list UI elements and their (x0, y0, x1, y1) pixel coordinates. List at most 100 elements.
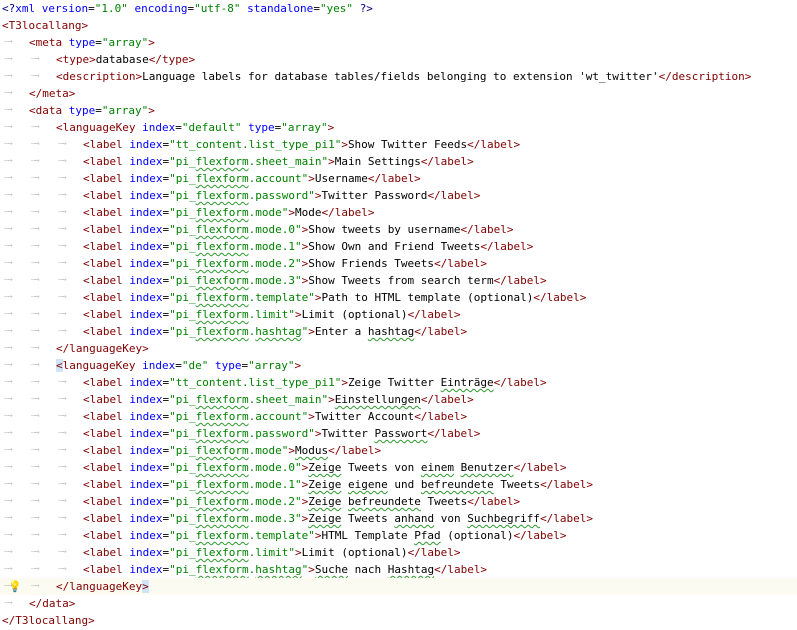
code-token: type (214, 359, 242, 372)
tab-indent-marker (29, 51, 56, 68)
code-token: .sheet_main" (248, 155, 329, 168)
code-token: Twitter Password (321, 189, 428, 202)
code-token: Show Twitter Feeds (347, 138, 468, 151)
tab-indent-marker (2, 544, 29, 561)
code-line[interactable]: <label index="pi_flexform.limit">Limit (… (0, 544, 797, 561)
code-line[interactable]: <label index="pi_flexform.template">HTML… (0, 527, 797, 544)
code-line[interactable]: <label index="pi_flexform.mode.3">Show T… (0, 272, 797, 289)
code-line[interactable]: <label index="pi_flexform.mode.2">Show F… (0, 255, 797, 272)
code-line[interactable]: <label index="pi_flexform.mode.0">Show t… (0, 221, 797, 238)
code-token: Show tweets by username (308, 223, 461, 236)
code-line[interactable]: <?xml version="1.0" encoding="utf-8" sta… (0, 0, 797, 17)
code-line[interactable]: </languageKey> (0, 340, 797, 357)
code-line[interactable]: <meta type="array"> (0, 34, 797, 51)
code-line[interactable]: <label index="pi_flexform.hashtag">Suche… (0, 561, 797, 578)
code-token: <label (83, 393, 123, 406)
code-line[interactable]: 💡</languageKey> (0, 578, 797, 595)
code-token: .mode" (248, 444, 289, 457)
code-token: flexform (195, 495, 249, 508)
code-line[interactable]: <languageKey index="de" type="array"> (0, 357, 797, 374)
code-token: flexform (195, 512, 249, 525)
code-token: "pi_ (169, 461, 196, 474)
tab-indent-marker (56, 238, 83, 255)
code-token: nach (347, 563, 388, 576)
tab-indent-marker (2, 442, 29, 459)
code-line[interactable]: <label index="pi_flexform.mode.3">Zeige … (0, 510, 797, 527)
code-line[interactable]: <label index="pi_flexform.password">Twit… (0, 425, 797, 442)
code-token: index (129, 495, 163, 508)
code-token: index (129, 155, 163, 168)
tab-indent-marker (2, 357, 29, 374)
code-token: "array" (248, 359, 295, 372)
code-token: </label> (427, 189, 481, 202)
code-editor[interactable]: <?xml version="1.0" encoding="utf-8" sta… (0, 0, 797, 630)
code-line[interactable]: </T3locallang> (0, 612, 797, 629)
code-line[interactable]: <label index="pi_flexform.mode.1">Show O… (0, 238, 797, 255)
code-token: Mode (294, 206, 322, 219)
tab-indent-marker (29, 187, 56, 204)
code-token: <label (83, 478, 123, 491)
code-token: flexform (195, 393, 249, 406)
code-line[interactable]: <T3locallang> (0, 17, 797, 34)
code-line[interactable]: <label index="tt_content.list_type_pi1">… (0, 374, 797, 391)
code-token: flexform (195, 308, 249, 321)
code-line[interactable]: <label index="pi_flexform.hashtag">Enter… (0, 323, 797, 340)
code-line[interactable]: <label index="pi_flexform.account">Twitt… (0, 408, 797, 425)
code-token: <description> (56, 70, 143, 83)
code-line[interactable]: <label index="pi_flexform.mode.1">Zeige … (0, 476, 797, 493)
code-token: </label> (460, 223, 514, 236)
code-token: und (387, 478, 421, 491)
code-token: index (129, 223, 163, 236)
code-token: </label> (434, 563, 488, 576)
code-line[interactable]: <type>database</type> (0, 51, 797, 68)
tab-indent-marker (56, 510, 83, 527)
tab-indent-marker (56, 561, 83, 578)
code-line[interactable]: <label index="pi_flexform.password">Twit… (0, 187, 797, 204)
code-line[interactable]: <label index="pi_flexform.sheet_main">Ma… (0, 153, 797, 170)
tab-indent-marker (29, 136, 56, 153)
code-line[interactable]: <languageKey index="default" type="array… (0, 119, 797, 136)
tab-indent-marker (29, 391, 56, 408)
tab-indent-marker (56, 493, 83, 510)
code-token: "pi_ (169, 529, 196, 542)
code-token: Limit (optional) (301, 308, 408, 321)
code-line[interactable]: <label index="pi_flexform.sheet_main">Ei… (0, 391, 797, 408)
code-token: <label (83, 223, 123, 236)
tab-indent-marker (2, 510, 29, 527)
code-line[interactable]: </data> (0, 595, 797, 612)
code-token: index (129, 563, 163, 576)
tab-indent-marker (2, 595, 29, 612)
code-token: < (56, 359, 63, 372)
code-line[interactable]: <label index="tt_content.list_type_pi1">… (0, 136, 797, 153)
code-token: von (434, 512, 468, 525)
code-line[interactable]: <label index="pi_flexform.limit">Limit (… (0, 306, 797, 323)
code-line[interactable]: <description>Language labels for databas… (0, 68, 797, 85)
code-token: standalone (247, 2, 314, 15)
code-token: index (129, 308, 163, 321)
code-token: Show Friends Tweets (308, 257, 435, 270)
code-token: index (129, 529, 163, 542)
code-line[interactable]: <label index="pi_flexform.mode">Modus</l… (0, 442, 797, 459)
tab-indent-marker (2, 102, 29, 119)
code-line[interactable]: <label index="pi_flexform.mode.2">Zeige … (0, 493, 797, 510)
code-line[interactable]: <label index="pi_flexform.account">Usern… (0, 170, 797, 187)
code-token: "pi_ (169, 495, 196, 508)
code-token: Pfad (414, 529, 441, 542)
code-line[interactable]: </meta> (0, 85, 797, 102)
code-line[interactable]: <label index="pi_flexform.mode">Mode</la… (0, 204, 797, 221)
code-token: "array" (101, 36, 149, 49)
code-token: <label (83, 274, 123, 287)
code-line[interactable]: <label index="pi_flexform.mode.0">Zeige … (0, 459, 797, 476)
code-token: index (129, 138, 163, 151)
code-line[interactable]: <label index="pi_flexform.template">Path… (0, 289, 797, 306)
tab-indent-marker (2, 85, 29, 102)
code-token: hashtag (255, 563, 302, 576)
code-token: index (129, 325, 163, 338)
code-token: index (129, 274, 163, 287)
tab-indent-marker (56, 153, 83, 170)
code-token: index (129, 546, 163, 559)
code-line[interactable]: <data type="array"> (0, 102, 797, 119)
tab-indent-marker (29, 408, 56, 425)
code-token: > (327, 121, 335, 134)
